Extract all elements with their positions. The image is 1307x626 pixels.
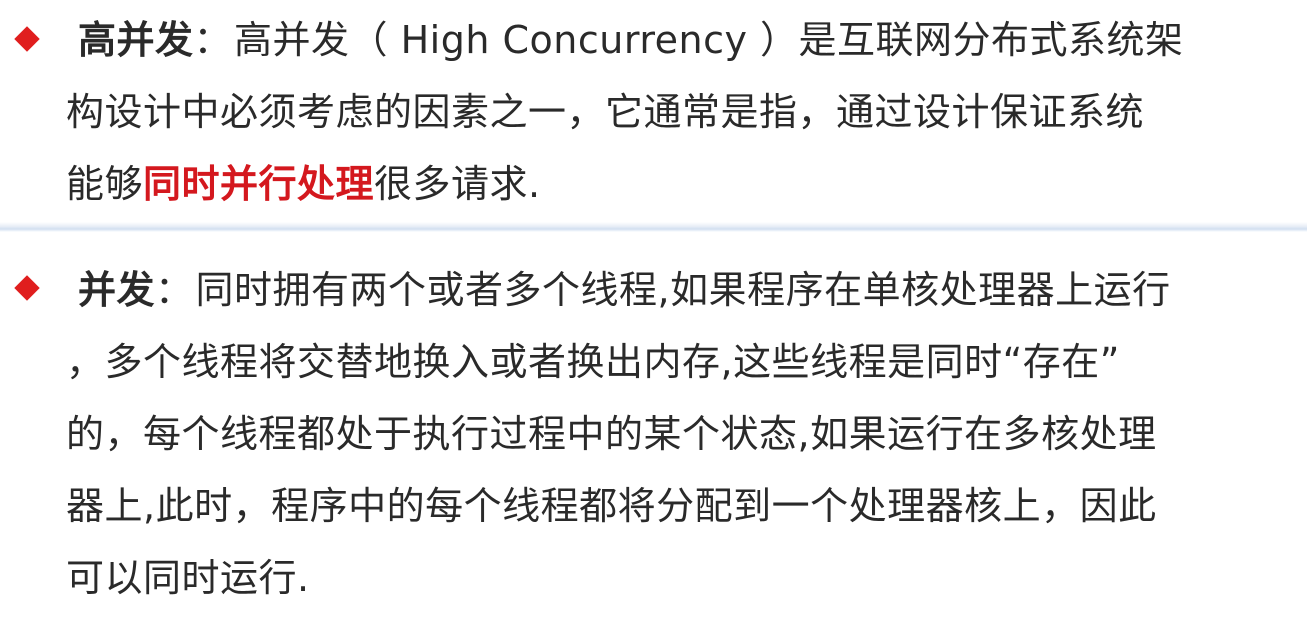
concurrency-paragraph: 并发：同时拥有两个或者多个线程,如果程序在单核处理器上运行 ，多个线程将交替地换…	[66, 254, 1171, 614]
paragraph-line: 并发：同时拥有两个或者多个线程,如果程序在单核处理器上运行	[66, 254, 1171, 326]
definition-text: 高并发（ High Concurrency ）是互联网分布式系统架	[234, 18, 1184, 62]
term-high-concurrency: 高并发	[78, 18, 194, 62]
definition-text: 能够	[66, 162, 144, 206]
high-concurrency-section: 高并发：高并发（ High Concurrency ）是互联网分布式系统架 构设…	[0, 0, 1307, 222]
paragraph-line: 可以同时运行.	[66, 556, 310, 600]
paragraph-line: 器上,此时，程序中的每个线程都将分配到一个处理器核上，因此	[66, 484, 1157, 528]
paragraph-line: 高并发：高并发（ High Concurrency ）是互联网分布式系统架	[66, 4, 1184, 76]
paragraph-line: 的，每个线程都处于执行过程中的某个状态,如果运行在多核处理	[66, 412, 1157, 456]
paragraph-line: 能够同时并行处理很多请求.	[66, 148, 1184, 220]
red-diamond-icon	[14, 26, 40, 52]
paragraph-line: 构设计中必须考虑的因素之一，它通常是指，通过设计保证系统	[66, 90, 1145, 134]
term-colon: ：	[193, 18, 233, 62]
section-divider	[0, 222, 1307, 232]
highlighted-phrase: 同时并行处理	[143, 162, 375, 206]
high-concurrency-paragraph: 高并发：高并发（ High Concurrency ）是互联网分布式系统架 构设…	[66, 4, 1184, 220]
definition-text: 很多请求.	[374, 162, 541, 206]
slide: 高并发：高并发（ High Concurrency ）是互联网分布式系统架 构设…	[0, 0, 1307, 626]
term-colon: ：	[155, 268, 194, 312]
term-concurrency: 并发	[78, 268, 156, 312]
paragraph-line: ，多个线程将交替地换入或者换出内存,这些线程是同时“存在”	[66, 340, 1120, 384]
definition-text: 同时拥有两个或者多个线程,如果程序在单核处理器上运行	[195, 268, 1171, 312]
